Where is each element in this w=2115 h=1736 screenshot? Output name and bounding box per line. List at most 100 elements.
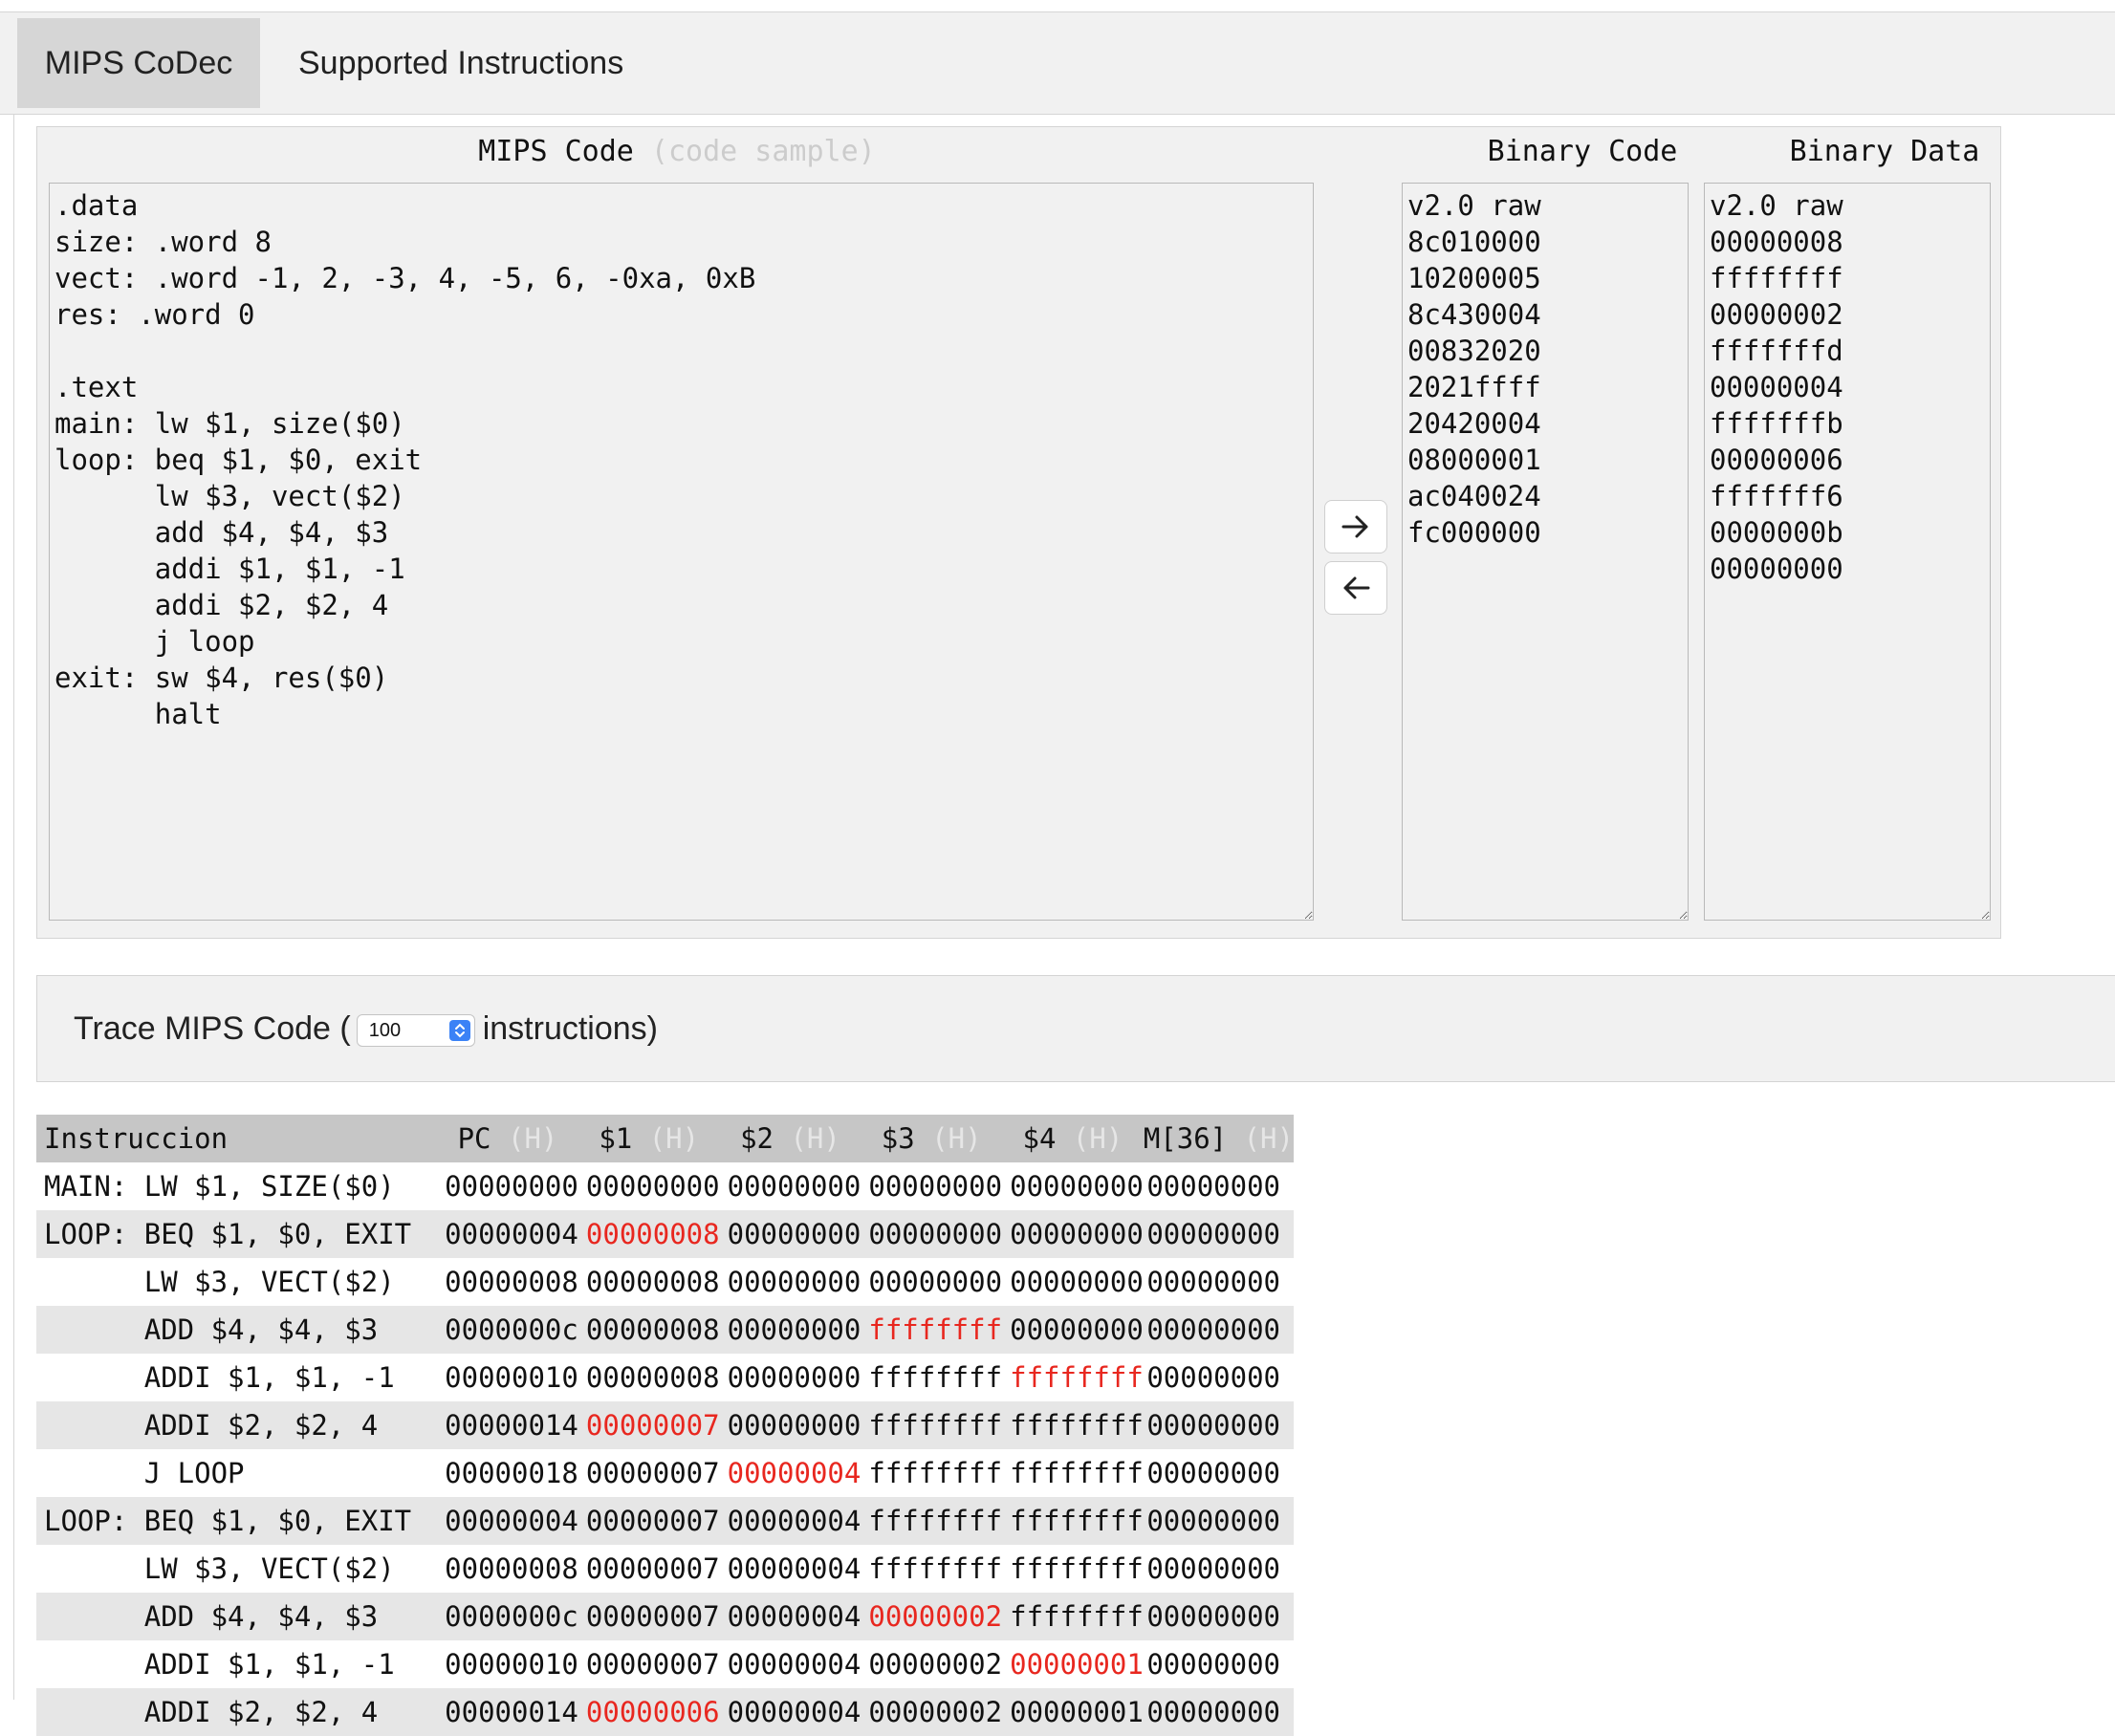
value-cell: 00000000	[1002, 1258, 1144, 1306]
value-cell: 00000000	[1143, 1545, 1294, 1593]
value-cell: 0000000c	[437, 1306, 578, 1354]
trace-bar: Trace MIPS Code (100 instructions)	[36, 975, 2115, 1082]
instruction-cell: ADDI $1, $1, -1	[36, 1640, 438, 1688]
trace-table-body: MAIN: LW $1, SIZE($0) 00000000 00000000 000…	[36, 1162, 1294, 1736]
column-header: $3 (H)	[861, 1115, 1003, 1162]
value-cell: 00000000	[861, 1162, 1003, 1210]
trace-label: Trace MIPS Code (100 instructions)	[74, 976, 658, 1081]
mips-code-title-text: MIPS Code	[478, 135, 634, 168]
value-cell: 00000014	[437, 1401, 578, 1449]
value-cell: 00000001	[1002, 1688, 1144, 1736]
value-cell: 00000007	[578, 1545, 720, 1593]
tab-mips-codec[interactable]: MIPS CoDec	[17, 18, 260, 108]
tab-supported-instructions[interactable]: Supported Instructions	[283, 18, 662, 108]
table-row: MAIN: LW $1, SIZE($0) 00000000 00000000 000…	[36, 1162, 1294, 1210]
mips-code-textarea[interactable]: .data size: .word 8 vect: .word -1, 2, -…	[49, 183, 1314, 921]
value-cell: 00000007	[578, 1401, 720, 1449]
value-cell: 00000000	[1143, 1306, 1294, 1354]
value-cell: 00000008	[578, 1258, 720, 1306]
value-cell: 00000004	[719, 1497, 861, 1545]
table-row: LW $3, VECT($2) 00000008 00000008 00000000 0…	[36, 1258, 1294, 1306]
value-cell: 00000007	[578, 1593, 720, 1640]
table-row: ADD $4, $4, $3 0000000c 00000008 00000000 ff…	[36, 1306, 1294, 1354]
column-header: $4 (H)	[1002, 1115, 1144, 1162]
instruction-cell: ADDI $1, $1, -1	[36, 1354, 438, 1401]
value-cell: 00000010	[437, 1354, 578, 1401]
value-cell: 00000004	[719, 1593, 861, 1640]
table-row: ADDI $2, $2, 4 00000014 00000006 00000004 00…	[36, 1688, 1294, 1736]
value-cell: 00000004	[719, 1545, 861, 1593]
value-cell: 00000000	[578, 1162, 720, 1210]
column-header: $1 (H)	[578, 1115, 720, 1162]
value-cell: 00000000	[1143, 1640, 1294, 1688]
decode-button[interactable]	[1324, 561, 1387, 615]
hex-toggle[interactable]: (H)	[790, 1122, 839, 1155]
table-row: ADDI $1, $1, -1 00000010 00000007 00000004 0…	[36, 1640, 1294, 1688]
value-cell: 00000018	[437, 1449, 578, 1497]
column-header: M[36] (H)	[1143, 1115, 1294, 1162]
code-sample-link[interactable]: (code sample)	[651, 135, 876, 168]
value-cell: ffffffff	[861, 1306, 1003, 1354]
value-cell: 00000000	[719, 1258, 861, 1306]
value-cell: ffffffff	[1002, 1497, 1144, 1545]
arrow-right-icon	[1341, 515, 1368, 538]
table-row: LOOP: BEQ $1, $0, EXIT 00000004 00000008 00…	[36, 1210, 1294, 1258]
value-cell: 00000000	[1143, 1401, 1294, 1449]
value-cell: 00000000	[861, 1258, 1003, 1306]
value-cell: 00000000	[719, 1162, 861, 1210]
instruction-count-select[interactable]: 100	[356, 1014, 475, 1048]
hex-toggle[interactable]: (H)	[1073, 1122, 1123, 1155]
arrow-left-icon	[1343, 576, 1370, 599]
table-row: LW $3, VECT($2) 00000008 00000007 00000004 f…	[36, 1545, 1294, 1593]
value-cell: 00000002	[861, 1688, 1003, 1736]
hex-toggle[interactable]: (H)	[508, 1122, 557, 1155]
instruction-cell: ADD $4, $4, $3	[36, 1306, 438, 1354]
value-cell: 00000000	[719, 1354, 861, 1401]
value-cell: 00000008	[578, 1210, 720, 1258]
value-cell: 00000000	[861, 1210, 1003, 1258]
value-cell: 00000004	[719, 1688, 861, 1736]
value-cell: 00000010	[437, 1640, 578, 1688]
instruction-count-value: 100	[368, 1020, 402, 1042]
value-cell: 00000002	[861, 1593, 1003, 1640]
column-header: PC (H)	[437, 1115, 578, 1162]
table-row: ADD $4, $4, $3 0000000c 00000007 00000004 00…	[36, 1593, 1294, 1640]
binary-code-textarea[interactable]: v2.0 raw 8c010000 10200005 8c430004 0083…	[1402, 183, 1689, 921]
trace-label-suffix: instructions)	[482, 1010, 658, 1047]
value-cell: ffffffff	[1002, 1545, 1144, 1593]
value-cell: ffffffff	[861, 1449, 1003, 1497]
value-cell: 00000000	[437, 1162, 578, 1210]
value-cell: 00000000	[1143, 1210, 1294, 1258]
hex-toggle[interactable]: (H)	[931, 1122, 981, 1155]
column-header: Instruccion	[36, 1115, 438, 1162]
column-header-label: M[36]	[1143, 1122, 1244, 1155]
mips-code-title: MIPS Code (code sample)	[37, 135, 1317, 168]
value-cell: ffffffff	[1002, 1401, 1144, 1449]
hex-toggle[interactable]: (H)	[649, 1122, 699, 1155]
instruction-cell: ADDI $2, $2, 4	[36, 1401, 438, 1449]
hex-toggle[interactable]: (H)	[1244, 1122, 1294, 1155]
tab-bar: MIPS CoDec Supported Instructions	[0, 11, 2115, 115]
value-cell: 00000000	[1143, 1449, 1294, 1497]
instruction-cell: LW $3, VECT($2)	[36, 1545, 438, 1593]
value-cell: 00000008	[578, 1354, 720, 1401]
value-cell: 00000004	[719, 1640, 861, 1688]
table-row: ADDI $1, $1, -1 00000010 00000008 00000000 f…	[36, 1354, 1294, 1401]
instruction-cell: LW $3, VECT($2)	[36, 1258, 438, 1306]
column-header-label: PC	[457, 1122, 508, 1155]
value-cell: 00000000	[1143, 1354, 1294, 1401]
value-cell: 00000000	[1143, 1688, 1294, 1736]
table-row: J LOOP 00000018 00000007 00000004 ffffffff ff…	[36, 1449, 1294, 1497]
value-cell: ffffffff	[861, 1497, 1003, 1545]
value-cell: ffffffff	[861, 1354, 1003, 1401]
value-cell: 00000001	[1002, 1640, 1144, 1688]
value-cell: 00000000	[719, 1210, 861, 1258]
value-cell: 00000000	[1143, 1593, 1294, 1640]
binary-data-textarea[interactable]: v2.0 raw 00000008 ffffffff 00000002 ffff…	[1704, 183, 1991, 921]
value-cell: 00000000	[1002, 1210, 1144, 1258]
value-cell: 00000000	[1002, 1162, 1144, 1210]
encode-button[interactable]	[1324, 500, 1387, 553]
column-header-label: $1	[599, 1122, 649, 1155]
value-cell: 00000000	[1143, 1162, 1294, 1210]
instruction-cell: MAIN: LW $1, SIZE($0)	[36, 1162, 438, 1210]
